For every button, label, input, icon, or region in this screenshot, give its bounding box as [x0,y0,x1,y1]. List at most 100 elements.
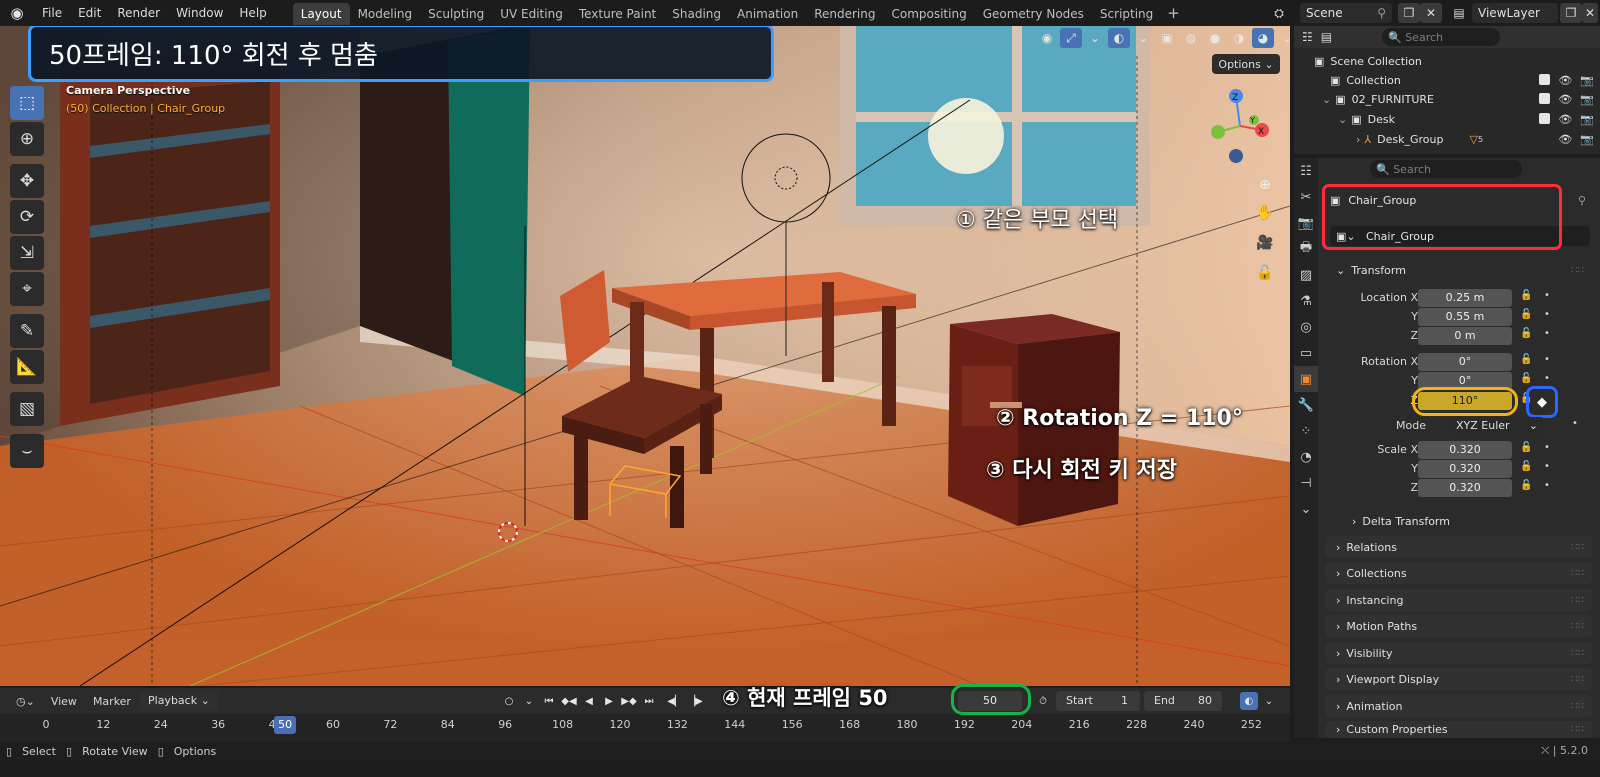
location-z-field[interactable]: 0 m [1418,327,1512,345]
object-tab-icon[interactable]: ▣ [1294,366,1318,392]
tab-sculpting[interactable]: Sculpting [420,3,492,25]
tab-rendering[interactable]: Rendering [806,3,883,25]
view-layer-tab-icon[interactable]: ▨ [1294,262,1318,288]
outliner-display-mode-icon[interactable]: ▤ [1321,30,1332,44]
rotate-tool-icon[interactable]: ⟳ [10,200,44,234]
keyframe-dot-icon[interactable]: • [1544,309,1550,320]
pin-icon[interactable]: ⚲ [1377,6,1386,20]
annotate-tool-icon[interactable]: ✎ [10,314,44,348]
outliner-row-scene-collection[interactable]: ▣ Scene Collection [1294,52,1600,71]
particles-tab-icon[interactable]: ⁘ [1294,418,1318,444]
drag-grip-icon[interactable]: ∷∷ [1571,724,1584,735]
lock-icon[interactable]: 🔓 [1520,480,1532,491]
pan-hand-icon[interactable]: ✋ [1254,202,1276,224]
panel-custom-properties[interactable]: › Custom Properties ∷∷ [1326,721,1592,738]
panel-viewport-display[interactable]: › Viewport Display ∷∷ [1326,668,1592,690]
outliner-row-desk-group[interactable]: › ⅄ Desk_Group ▽ 5 👁 📷 [1294,130,1600,149]
camera-icon[interactable]: 📷 [1580,74,1594,87]
prev-frame-icon[interactable]: ◀▏ [666,692,684,710]
scene-icon[interactable]: ⛭ [1268,3,1290,23]
scene-tab-icon[interactable]: ⚗ [1294,288,1318,314]
cursor-tool-icon[interactable]: ⊕ [10,122,44,156]
move-tool-icon[interactable]: ✥ [10,164,44,198]
pin-icon[interactable]: ⚲ [1578,194,1586,207]
rotation-x-field[interactable]: 0° [1418,353,1512,371]
constraints-tab-icon[interactable]: ⊣ [1294,470,1318,496]
keyframe-dot-icon[interactable]: • [1544,373,1550,384]
scene-selector[interactable]: Scene ⚲ [1300,3,1392,23]
gizmo-toggle-icon[interactable]: ⤢ [1060,28,1082,48]
properties-search-input[interactable]: 🔍 Search [1370,160,1522,178]
playback-dropdown[interactable]: Playback ⌄ [140,691,218,711]
overlay-dropdown-icon[interactable]: ⌄ [1132,28,1154,48]
drag-grip-icon[interactable]: ∷∷ [1571,542,1584,553]
eye-icon[interactable]: 👁 [1558,113,1572,126]
overlay-toggle-icon[interactable]: ◐ [1108,28,1130,48]
xray-icon[interactable]: ▣ [1156,28,1178,48]
tab-geometry-nodes[interactable]: Geometry Nodes [975,3,1092,25]
delete-view-layer-icon[interactable]: ✕ [1582,3,1598,23]
collection-tab-icon[interactable]: ▭ [1294,340,1318,366]
modifier-tab-icon[interactable]: 🔧 [1294,392,1318,418]
panel-collections[interactable]: › Collections ∷∷ [1326,562,1592,584]
panel-animation[interactable]: › Animation ∷∷ [1326,695,1592,717]
menu-file[interactable]: File [34,0,70,26]
panel-motion-paths[interactable]: › Motion Paths ∷∷ [1326,615,1592,637]
editor-type-icon[interactable]: ☷ [1294,158,1318,184]
keyframe-dot-icon[interactable]: • [1544,328,1550,339]
view-layer-icon[interactable]: ▤ [1448,3,1470,23]
wireframe-shading-icon[interactable]: ◍ [1180,28,1202,48]
end-frame-field[interactable]: End 80 [1144,691,1222,711]
transform-tool-icon[interactable]: ⌖ [10,272,44,306]
keyframe-dot-icon[interactable]: • [1544,354,1550,365]
outliner-row-desk[interactable]: ⌄ ▣ Desk 👁 📷 [1294,110,1600,129]
blender-logo-icon[interactable]: ◉ [6,2,28,24]
exclude-checkbox[interactable] [1539,93,1551,104]
menu-help[interactable]: Help [231,0,274,26]
lock-camera-icon[interactable]: 🔓 [1254,262,1276,284]
lock-icon[interactable]: 🔓 [1520,461,1532,472]
expand-chevron-icon[interactable]: ⌄ [1322,93,1331,106]
drag-grip-icon[interactable]: ∷∷ [1571,621,1584,632]
view-layer-selector[interactable]: ViewLayer [1472,3,1558,23]
transform-panel-header[interactable]: ⌄ Transform ∷∷ [1326,259,1592,281]
zoom-icon[interactable]: ⊕ [1254,174,1276,196]
next-keyframe-icon[interactable]: ▶◆ [620,692,638,710]
delete-scene-icon[interactable]: ✕ [1420,3,1442,23]
more-tabs-icon[interactable]: ⌄ [1294,496,1318,522]
play-icon[interactable]: ▶ [600,692,618,710]
playhead-frame-indicator[interactable]: 50 [274,716,297,734]
tab-shading[interactable]: Shading [664,3,729,25]
new-view-layer-icon[interactable]: ❐ [1560,3,1582,23]
eye-icon[interactable]: 👁 [1558,74,1572,87]
timeline-overlay-icon[interactable]: ◐ [1240,692,1258,710]
tab-modeling[interactable]: Modeling [350,3,421,25]
prev-keyframe-icon[interactable]: ◆◀ [560,692,578,710]
add-cube-tool-icon[interactable]: ▧ [10,392,44,426]
keyframe-dot-icon[interactable]: • [1572,418,1578,429]
material-shading-icon[interactable]: ◑ [1228,28,1250,48]
start-frame-field[interactable]: Start 1 [1056,691,1140,711]
visibility-icon[interactable]: ◉ [1036,28,1058,48]
delta-transform-subpanel[interactable]: › Delta Transform [1342,510,1592,532]
keyframe-dot-icon[interactable]: • [1544,442,1550,453]
panel-relations[interactable]: › Relations ∷∷ [1326,536,1592,558]
lock-icon[interactable]: 🔓 [1520,442,1532,453]
eye-icon[interactable]: 👁 [1558,93,1572,106]
jump-start-icon[interactable]: ⏮ [540,692,558,710]
auto-keying-icon[interactable]: ○ [500,692,518,710]
menu-edit[interactable]: Edit [70,0,109,26]
drag-grip-icon[interactable]: ∷∷ [1571,701,1584,712]
lock-icon[interactable]: 🔓 [1520,373,1532,384]
location-y-field[interactable]: 0.55 m [1418,308,1512,326]
render-tab-icon[interactable]: 📷 [1294,210,1318,236]
location-x-field[interactable]: 0.25 m [1418,289,1512,307]
tool-tab-icon[interactable]: ✂ [1294,184,1318,210]
expand-chevron-icon[interactable]: › [1356,133,1360,146]
3d-viewport[interactable]: Z X Y ◉ ⤢ ⌄ ◐ ⌄ ▣ ◍ ● ◑ ◕ ⌄ Options ⌄ Ca… [0,26,1290,686]
timeline-ruler[interactable]: 0122436486072849610812013214415616818019… [0,714,1290,736]
scale-y-field[interactable]: 0.320 [1418,460,1512,478]
timeline-editor-type-icon[interactable]: ◷⌄ [8,695,43,708]
stopwatch-icon[interactable]: ⏱ [1034,692,1052,710]
camera-icon[interactable]: 📷 [1580,113,1594,126]
